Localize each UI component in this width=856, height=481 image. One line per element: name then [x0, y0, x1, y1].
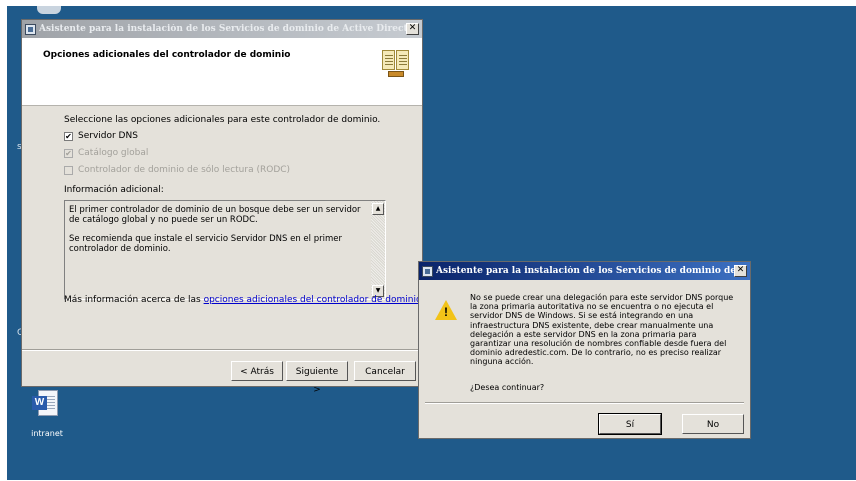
additional-info-text: El primer controlador de dominio de un b… — [69, 205, 365, 263]
footer-separator — [22, 349, 422, 351]
warning-message: No se puede crear una delegación para es… — [470, 293, 734, 367]
no-button[interactable]: No — [682, 414, 744, 434]
dns-server-checkbox[interactable]: ✔ — [64, 132, 73, 141]
wizard-title: Asistente para la instalación de los Ser… — [39, 24, 406, 34]
more-info-line: Más información acerca de las opciones a… — [64, 295, 421, 305]
dns-server-label[interactable]: Servidor DNS — [78, 131, 138, 141]
word-badge: W — [32, 396, 47, 410]
more-info-link[interactable]: opciones adicionales del controlador de … — [204, 295, 422, 305]
rodc-checkbox — [64, 166, 73, 175]
dialog-close-button[interactable]: ✕ — [734, 265, 747, 277]
desktop-icon-intranet[interactable]: W intranet — [21, 390, 73, 438]
book-stand-icon — [382, 46, 410, 78]
dialog-titlebar[interactable]: Asistente para la instalación de los Ser… — [419, 262, 750, 280]
wizard-header-panel: Opciones adicionales del controlador de … — [22, 38, 422, 106]
word-document-icon: W — [32, 390, 62, 420]
desktop-icon-partial[interactable] — [37, 6, 61, 14]
desktop-icon-label: intranet — [31, 429, 63, 438]
back-button[interactable]: < Atrás — [231, 361, 283, 381]
additional-info-label: Información adicional: — [64, 185, 164, 195]
warning-exclamation: ! — [444, 305, 448, 319]
yes-button[interactable]: Sí — [598, 413, 662, 435]
page-title: Opciones adicionales del controlador de … — [43, 50, 291, 60]
info-scrollbar[interactable]: ▲ ▼ — [371, 201, 385, 299]
cancel-button[interactable]: Cancelar — [354, 361, 416, 381]
dialog-window-icon — [422, 265, 433, 277]
scroll-up-button[interactable]: ▲ — [372, 203, 384, 215]
continue-question: ¿Desea continuar? — [470, 383, 545, 392]
wizard-window-icon — [25, 23, 36, 35]
more-info-prefix: Más información acerca de las — [64, 295, 201, 305]
close-button[interactable]: ✕ — [406, 23, 419, 35]
global-catalog-checkbox: ✔ — [64, 149, 73, 158]
ad-ds-wizard-window: Asistente para la instalación de los Ser… — [21, 19, 423, 395]
dialog-title: Asistente para la instalación de los Ser… — [436, 266, 734, 276]
rodc-label: Controlador de dominio de sólo lectura (… — [78, 165, 291, 175]
wizard-titlebar[interactable]: Asistente para la instalación de los Ser… — [22, 20, 422, 38]
next-button[interactable]: Siguiente > — [286, 361, 348, 395]
instruction-text: Seleccione las opciones adicionales para… — [64, 115, 381, 125]
global-catalog-label: Catálogo global — [78, 148, 149, 158]
dialog-separator — [425, 402, 744, 404]
info-paragraph: Se recomienda que instale el servicio Se… — [69, 234, 342, 254]
additional-info-textbox[interactable]: El primer controlador de dominio de un b… — [64, 200, 386, 300]
info-paragraph: El primer controlador de dominio de un b… — [69, 205, 361, 225]
warning-dialog: Asistente para la instalación de los Ser… — [418, 261, 751, 439]
